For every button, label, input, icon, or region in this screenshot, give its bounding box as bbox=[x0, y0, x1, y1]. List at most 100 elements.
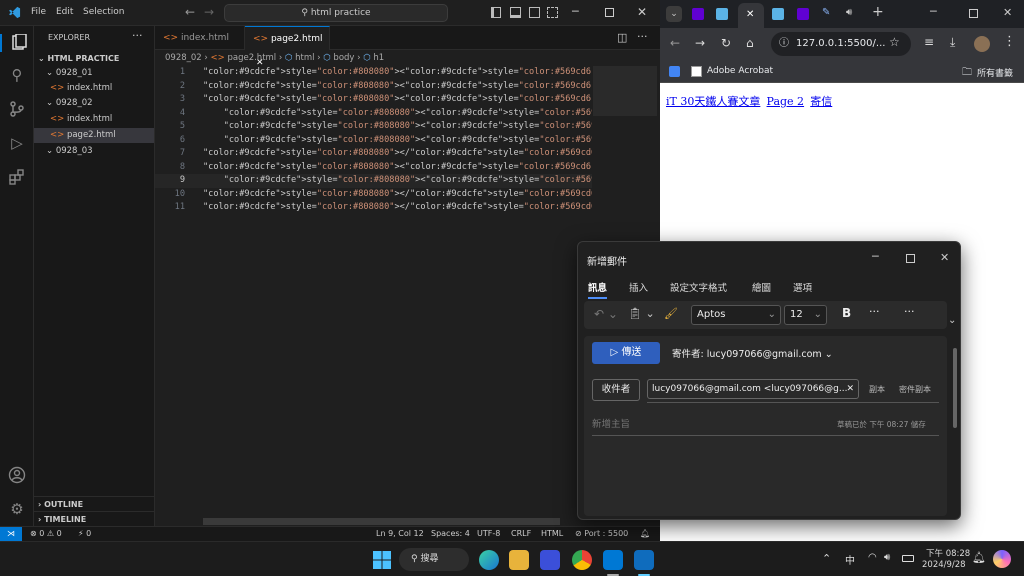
indentation[interactable]: Spaces: 4 bbox=[431, 527, 470, 541]
browser-menu-icon[interactable]: ⋮ bbox=[1003, 34, 1016, 49]
chevron-up-icon[interactable]: ⌃ bbox=[822, 552, 831, 565]
encoding[interactable]: UTF-8 bbox=[477, 527, 500, 541]
forward-arrow-icon[interactable]: → bbox=[204, 5, 214, 19]
vscode-taskbar-icon[interactable] bbox=[603, 550, 623, 570]
code-line[interactable]: 3 "color:#9cdcfe">style="color:#808080"><… bbox=[155, 93, 592, 107]
breadcrumb-html[interactable]: html bbox=[295, 53, 314, 63]
maximize-icon[interactable] bbox=[605, 8, 614, 17]
file-index-html-01[interactable]: <> index.html bbox=[34, 81, 154, 96]
file-explorer-icon[interactable] bbox=[509, 550, 529, 570]
explorer-files-icon[interactable] bbox=[0, 34, 34, 52]
cursor-position[interactable]: Ln 9, Col 12 bbox=[376, 527, 424, 541]
forward-arrow-icon[interactable]: → bbox=[695, 36, 705, 50]
code-line[interactable]: 2 "color:#9cdcfe">style="color:#808080"><… bbox=[155, 80, 592, 94]
bcc-button[interactable]: 密件副本 bbox=[899, 384, 931, 395]
toggle-secondary-sidebar-icon[interactable] bbox=[529, 7, 540, 18]
tab-index-html[interactable]: <> index.html bbox=[155, 26, 245, 50]
subject-input[interactable] bbox=[592, 416, 792, 432]
all-bookmarks[interactable]: 所有書籤 bbox=[977, 66, 1013, 79]
more-options-icon[interactable]: ··· bbox=[904, 305, 915, 318]
close-icon[interactable]: ✕ bbox=[637, 5, 647, 19]
breadcrumb-body[interactable]: body bbox=[333, 53, 354, 63]
file-page2-html[interactable]: <> page2.html bbox=[34, 128, 154, 143]
vertical-scrollbar[interactable] bbox=[953, 348, 957, 428]
split-editor-icon[interactable]: ◫ bbox=[617, 31, 627, 44]
account-icon[interactable] bbox=[8, 466, 26, 484]
notification-bell-icon[interactable]: 🔔︎ bbox=[972, 551, 986, 564]
source-control-icon[interactable] bbox=[8, 100, 26, 118]
favicon-tab-icon[interactable] bbox=[772, 8, 784, 20]
breadcrumb-file[interactable]: page2.html bbox=[227, 53, 276, 63]
run-debug-icon[interactable]: ▷ bbox=[8, 134, 26, 152]
settings-gear-icon[interactable]: ⚙ bbox=[8, 500, 26, 518]
message-body[interactable] bbox=[592, 440, 939, 510]
translate-icon[interactable] bbox=[669, 66, 680, 77]
extensions-icon[interactable] bbox=[8, 168, 26, 186]
home-icon[interactable]: ⌂ bbox=[746, 36, 754, 50]
media-controls-icon[interactable]: ≡ bbox=[924, 35, 934, 49]
download-icon[interactable]: ⤓ bbox=[950, 35, 955, 50]
close-icon[interactable]: ✕ bbox=[940, 251, 949, 264]
tab-page2-html[interactable]: <> page2.html ✕ bbox=[245, 26, 330, 68]
code-line[interactable]: 9 "color:#9cdcfe">style="color:#808080">… bbox=[155, 174, 592, 188]
code-editor[interactable]: 1 "color:#9cdcfe">style="color:#808080"><… bbox=[155, 66, 592, 496]
language-mode[interactable]: HTML bbox=[541, 527, 563, 541]
bold-icon[interactable]: B bbox=[842, 306, 851, 320]
ribbon-tab-draw[interactable]: 繪圖 bbox=[752, 280, 771, 294]
maximize-icon[interactable] bbox=[906, 254, 915, 263]
format-painter-icon[interactable]: 🖌︎ bbox=[664, 307, 678, 320]
folder-0928-01[interactable]: ⌄ 0928_01 bbox=[34, 66, 154, 81]
ribbon-tab-insert[interactable]: 插入 bbox=[629, 280, 648, 294]
undo-icon[interactable]: ↶ ⌄ bbox=[594, 307, 618, 321]
command-center[interactable]: ⚲ html practice bbox=[224, 4, 448, 22]
code-line[interactable]: 7 "color:#9cdcfe">style="color:#808080"><… bbox=[155, 147, 592, 161]
folder-0928-03[interactable]: ⌄ 0928_03 bbox=[34, 144, 154, 159]
new-tab-icon[interactable]: + bbox=[872, 4, 884, 20]
outlook-taskbar-icon[interactable] bbox=[634, 550, 654, 570]
toggle-panel-icon[interactable] bbox=[510, 7, 521, 18]
minimize-icon[interactable]: ─ bbox=[930, 5, 937, 18]
to-button[interactable]: 收件者 bbox=[592, 379, 640, 401]
clock-date[interactable]: 2024/9/28 bbox=[922, 560, 966, 570]
code-line[interactable]: 1 "color:#9cdcfe">style="color:#808080"><… bbox=[155, 66, 592, 80]
line-ending[interactable]: CRLF bbox=[511, 527, 531, 541]
yahoo-tab-icon[interactable] bbox=[692, 8, 704, 20]
paste-icon[interactable]: 📋︎ ⌄ bbox=[628, 307, 655, 320]
file-index-html-02[interactable]: <> index.html bbox=[34, 112, 154, 127]
chrome-browser-icon[interactable] bbox=[572, 550, 592, 570]
send-button[interactable]: ▷ 傳送 bbox=[592, 342, 660, 364]
menu-selection[interactable]: Selection bbox=[83, 7, 124, 17]
ribbon-tab-format-text[interactable]: 設定文字格式 bbox=[670, 280, 727, 294]
audio-tab-icon[interactable]: 🔊︎ bbox=[846, 7, 852, 18]
link-it30[interactable]: iT 30天鐵人賽文章 bbox=[666, 95, 760, 108]
minimap[interactable] bbox=[593, 66, 657, 116]
customize-layout-icon[interactable] bbox=[547, 7, 558, 18]
cc-button[interactable]: 副本 bbox=[869, 384, 885, 395]
expand-ribbon-icon[interactable]: ⌄ bbox=[948, 315, 956, 326]
minimize-icon[interactable]: ─ bbox=[572, 5, 579, 18]
live-server-port[interactable]: ⊘ Port : 5500 bbox=[575, 527, 628, 541]
recipient-chip[interactable]: lucy097066@gmail.com <lucy097066@g... ✕ bbox=[647, 379, 859, 399]
ribbon-tab-message[interactable]: 訊息 bbox=[588, 280, 608, 299]
reload-icon[interactable]: ↻ bbox=[721, 36, 731, 50]
font-size-select[interactable]: 12 ⌄ bbox=[784, 305, 827, 325]
from-account-select[interactable]: 寄件者: lucy097066@gmail.com ⌄ bbox=[672, 346, 833, 360]
menu-edit[interactable]: Edit bbox=[56, 7, 73, 17]
more-actions-icon[interactable]: ··· bbox=[637, 30, 648, 43]
breadcrumb-folder[interactable]: 0928_02 bbox=[165, 53, 202, 63]
remote-icon[interactable]: ⋊ bbox=[0, 527, 22, 541]
wifi-icon[interactable]: ◠ bbox=[868, 552, 877, 563]
code-line[interactable]: 6 "color:#9cdcfe">style="color:#808080">… bbox=[155, 134, 592, 148]
battery-icon[interactable] bbox=[902, 555, 914, 562]
remove-recipient-icon[interactable]: ✕ bbox=[846, 380, 854, 398]
code-line[interactable]: 11 "color:#9cdcfe">style="color:#808080">… bbox=[155, 201, 592, 215]
ports-indicator[interactable]: ⚡ 0 bbox=[78, 527, 91, 541]
notifications-bell-icon[interactable]: 🔔︎ bbox=[640, 527, 650, 541]
copilot-icon[interactable] bbox=[993, 550, 1011, 568]
maximize-icon[interactable] bbox=[969, 9, 978, 18]
folder-0928-02[interactable]: ⌄ 0928_02 bbox=[34, 96, 154, 111]
menu-file[interactable]: File bbox=[31, 7, 46, 17]
tab-search-icon[interactable]: ⌄ bbox=[666, 6, 682, 22]
more-actions-icon[interactable]: ··· bbox=[132, 29, 143, 42]
favicon-tab-icon[interactable] bbox=[716, 8, 728, 20]
